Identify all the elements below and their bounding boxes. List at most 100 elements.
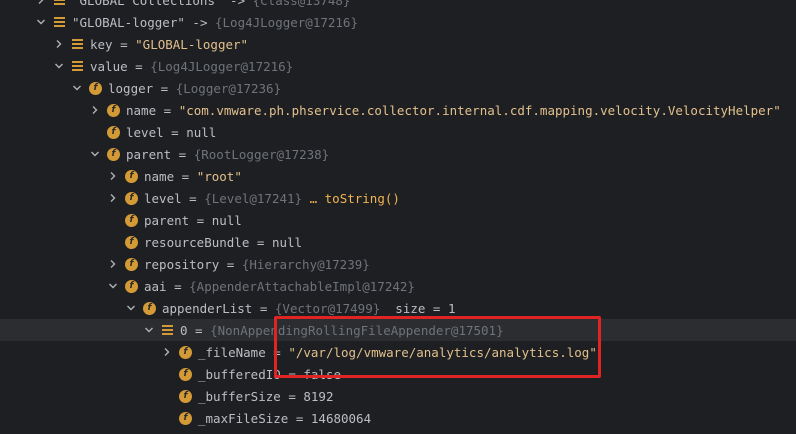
- tree-row[interactable]: f resourceBundle = null: [0, 231, 796, 253]
- assignment-operator: =: [280, 388, 304, 404]
- assignment-operator: =: [166, 278, 190, 294]
- assignment-operator: =: [288, 410, 311, 426]
- tree-row[interactable]: f name = "root": [0, 165, 796, 187]
- variable-name: "GLOBAL-logger": [72, 14, 185, 30]
- variable-name: parent: [126, 146, 172, 162]
- tree-row[interactable]: value = {Log4JLogger@17216}: [0, 55, 796, 77]
- field-icon: f: [125, 213, 138, 227]
- assignment-operator: =: [127, 58, 151, 74]
- tree-row[interactable]: f level = null: [0, 121, 796, 143]
- chevron-right-icon[interactable]: [107, 170, 119, 182]
- variable-value: "com.vmware.ph.phservice.collector.inter…: [178, 102, 781, 118]
- chevron-right-icon[interactable]: [89, 104, 101, 116]
- field-icon: f: [107, 147, 120, 161]
- variable-name: _fileName: [198, 344, 266, 360]
- variable-name: aai: [144, 278, 167, 294]
- tree-row[interactable]: f parent = null: [0, 209, 796, 231]
- variable-name: 0: [180, 322, 188, 338]
- field-icon: f: [89, 81, 102, 95]
- tree-row[interactable]: f repository = {Hierarchy@17239}: [0, 253, 796, 275]
- field-icon: f: [125, 235, 138, 249]
- chevron-right-icon[interactable]: [107, 258, 119, 270]
- variable-value: null: [271, 234, 303, 250]
- field-icon: f: [107, 103, 120, 117]
- tree-row[interactable]: f logger = {Logger@17236}: [0, 77, 796, 99]
- chevron-right-icon[interactable]: [161, 346, 173, 358]
- variable-name: repository: [144, 256, 220, 272]
- variable-name: value: [90, 58, 128, 74]
- variable-value: "/var/log/vmware/analytics/analytics.log…: [288, 344, 597, 360]
- field-icon: f: [179, 411, 192, 425]
- tree-row[interactable]: f _fileName = "/var/log/vmware/analytics/…: [0, 341, 796, 363]
- field-icon: f: [179, 389, 192, 403]
- variable-value: false: [303, 366, 342, 382]
- assignment-operator: =: [280, 366, 304, 382]
- chevron-down-icon[interactable]: [71, 82, 83, 94]
- tree-row[interactable]: f _maxFileSize = 14680064: [0, 407, 796, 429]
- object-reference: {Class@13748}: [252, 0, 351, 8]
- tree-row[interactable]: key = "GLOBAL-logger": [0, 33, 796, 55]
- chevron-down-icon[interactable]: [35, 16, 47, 28]
- tree-row[interactable]: f parent = {RootLogger@17238}: [0, 143, 796, 165]
- tree-row[interactable]: "GLOBAL-logger" -> {Log4JLogger@17216}: [0, 11, 796, 33]
- tostring-link[interactable]: … toString(): [302, 191, 400, 206]
- chevron-right-icon[interactable]: [107, 192, 119, 204]
- assignment-operator: =: [171, 146, 194, 162]
- variable-name: parent: [144, 212, 190, 228]
- assignment-operator: =: [187, 322, 211, 338]
- field-icon: f: [107, 125, 120, 139]
- chevron-down-icon[interactable]: [143, 324, 155, 336]
- collection-size: size = 1: [380, 300, 456, 316]
- list-icon: [53, 16, 66, 29]
- object-reference: {Log4JLogger@17216}: [150, 58, 294, 74]
- variable-name: "GLOBAL Collections": [72, 0, 223, 8]
- tree-row[interactable]: f_maxBackupIndex = 10: [0, 429, 796, 434]
- variable-name: name: [126, 102, 157, 118]
- chevron-down-icon[interactable]: [125, 302, 137, 314]
- chevron-down-icon[interactable]: [53, 60, 65, 72]
- chevron-down-icon[interactable]: [107, 280, 119, 292]
- tree-row[interactable]: "GLOBAL Collections" -> {Class@13748}: [0, 0, 796, 11]
- assignment-operator: =: [219, 256, 242, 272]
- object-reference: {Hierarchy@17239}: [241, 256, 370, 272]
- assignment-operator: =: [163, 124, 187, 140]
- assignment-operator: ->: [222, 0, 253, 8]
- list-icon: [53, 0, 66, 7]
- object-reference: {AppenderAttachableImpl@17242}: [189, 278, 415, 294]
- tree-row[interactable]: f aai = {AppenderAttachableImpl@17242}: [0, 275, 796, 297]
- chevron-right-icon[interactable]: [35, 0, 47, 6]
- assignment-operator: =: [265, 344, 289, 360]
- tree-row[interactable]: f _bufferedIO = false: [0, 363, 796, 385]
- list-icon: [161, 324, 174, 337]
- assignment-operator: ->: [184, 14, 215, 30]
- object-reference: {Level@17241}: [204, 190, 303, 206]
- tree-row[interactable]: 0 = {NonAppendingRollingFileAppender@175…: [0, 319, 796, 341]
- field-icon: f: [125, 257, 138, 271]
- variable-name: _bufferedIO: [198, 366, 281, 382]
- object-reference: {Log4JLogger@17216}: [215, 14, 358, 30]
- variable-name: resourceBundle: [144, 234, 250, 250]
- field-icon: f: [125, 191, 138, 205]
- assignment-operator: =: [252, 300, 275, 316]
- variable-value: null: [211, 212, 242, 228]
- assignment-operator: =: [112, 36, 136, 52]
- object-reference: {Logger@17236}: [175, 80, 282, 96]
- variable-value: null: [186, 124, 217, 140]
- assignment-operator: =: [181, 190, 205, 206]
- variable-name: key: [90, 36, 113, 52]
- assignment-operator: =: [189, 212, 212, 228]
- variable-value: 14680064: [310, 410, 372, 426]
- tree-row[interactable]: f _bufferSize = 8192: [0, 385, 796, 407]
- chevron-down-icon[interactable]: [89, 148, 101, 160]
- variable-name: _bufferSize: [198, 388, 281, 404]
- object-reference: {Vector@17499}: [274, 300, 381, 316]
- chevron-right-icon[interactable]: [53, 38, 65, 50]
- assignment-operator: =: [153, 80, 176, 96]
- tree-row[interactable]: f appenderList = {Vector@17499} size = 1: [0, 297, 796, 319]
- tree-row[interactable]: f name = "com.vmware.ph.phservice.collect…: [0, 99, 796, 121]
- tree-row[interactable]: f level = {Level@17241} … toString(): [0, 187, 796, 209]
- object-reference: {NonAppendingRollingFileAppender@17501}: [210, 322, 504, 338]
- variable-value: "GLOBAL-logger": [135, 36, 249, 52]
- field-icon: f: [125, 279, 138, 293]
- variable-name: _maxFileSize: [198, 410, 289, 426]
